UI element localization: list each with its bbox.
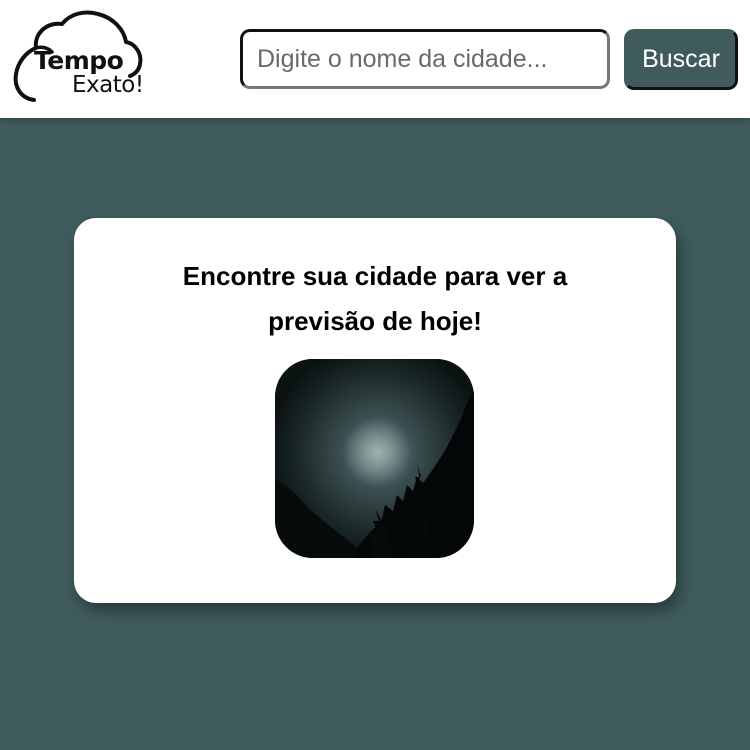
app-page: Tempo Exato! Buscar Encontre sua cidade … bbox=[0, 0, 750, 750]
city-search-input[interactable] bbox=[240, 29, 610, 89]
moon-night-image bbox=[275, 359, 474, 558]
header-bar: Tempo Exato! Buscar bbox=[0, 0, 750, 118]
weather-card: Encontre sua cidade para ver a previsão … bbox=[74, 218, 676, 603]
logo[interactable]: Tempo Exato! bbox=[12, 8, 162, 108]
card-title: Encontre sua cidade para ver a previsão … bbox=[182, 261, 568, 336]
search-button[interactable]: Buscar bbox=[624, 29, 738, 90]
logo-word-tempo: Tempo bbox=[34, 46, 124, 75]
logo-word-exato: Exato! bbox=[72, 72, 144, 98]
